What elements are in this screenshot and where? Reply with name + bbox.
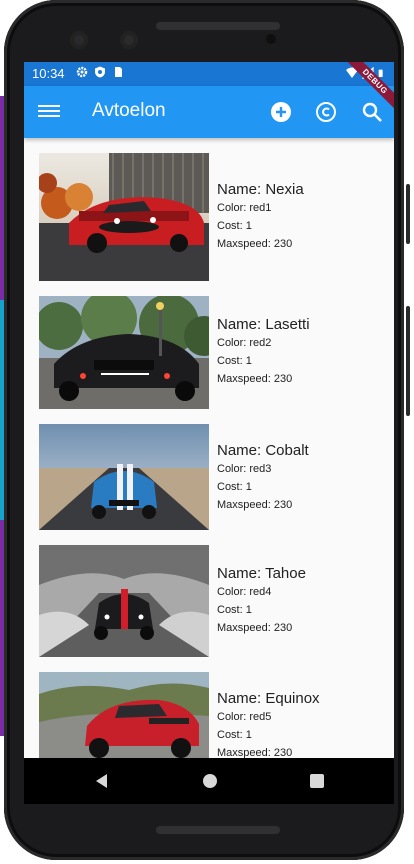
app-bar: Avtoelon	[24, 86, 394, 138]
bottom-speaker	[156, 826, 280, 834]
list-item[interactable]: Name: Lasetti Color: red2 Cost: 1 Maxspe…	[39, 296, 384, 409]
system-nav-bar	[24, 758, 394, 804]
power-button	[406, 184, 410, 244]
car-color: Color: red5	[217, 711, 272, 723]
car-maxspeed: Maxspeed: 230	[217, 747, 293, 758]
car-name: Name: Nexia	[217, 181, 304, 198]
car-name: Name: Cobalt	[217, 442, 309, 459]
screen: 10:34 DEBUG Avtoelon Name: Nexia Color: …	[24, 62, 394, 804]
settings-icon	[76, 66, 88, 78]
copyright-icon[interactable]	[314, 100, 338, 124]
car-cost: Cost: 1	[217, 220, 252, 232]
car-name: Name: Equinox	[217, 690, 320, 707]
status-time: 10:34	[32, 66, 65, 81]
page-title: Avtoelon	[92, 100, 166, 121]
car-image	[39, 672, 209, 758]
recent-apps-icon[interactable]	[307, 771, 327, 791]
earpiece-speaker	[156, 22, 280, 30]
phone-frame: 10:34 DEBUG Avtoelon Name: Nexia Color: …	[4, 0, 410, 860]
list-item[interactable]: Name: Equinox Color: red5 Cost: 1 Maxspe…	[39, 672, 384, 758]
car-cost: Cost: 1	[217, 355, 252, 367]
shield-icon	[95, 66, 105, 78]
car-maxspeed: Maxspeed: 230	[217, 238, 293, 250]
list-item[interactable]: Name: Cobalt Color: red3 Cost: 1 Maxspee…	[39, 424, 384, 530]
car-image	[39, 545, 209, 657]
car-cost: Cost: 1	[217, 481, 252, 493]
car-image	[39, 424, 209, 530]
back-icon[interactable]	[92, 771, 112, 791]
car-cost: Cost: 1	[217, 729, 252, 741]
car-maxspeed: Maxspeed: 230	[217, 373, 293, 385]
add-circle-icon[interactable]	[269, 100, 293, 124]
proximity-sensor	[266, 34, 276, 44]
car-list: Name: Nexia Color: red1 Cost: 1 Maxspeed…	[24, 138, 394, 758]
search-icon[interactable]	[360, 100, 384, 124]
sim-card-icon	[115, 67, 122, 77]
list-item[interactable]: Name: Tahoe Color: red4 Cost: 1 Maxspeed…	[39, 545, 384, 657]
menu-icon[interactable]	[38, 102, 60, 122]
car-color: Color: red3	[217, 463, 272, 475]
car-image	[39, 153, 209, 281]
list-item[interactable]: Name: Nexia Color: red1 Cost: 1 Maxspeed…	[39, 153, 384, 281]
car-name: Name: Lasetti	[217, 316, 310, 333]
home-icon[interactable]	[200, 771, 220, 791]
status-bar: 10:34	[24, 62, 394, 86]
car-name: Name: Tahoe	[217, 565, 306, 582]
front-camera	[120, 31, 138, 49]
volume-button	[406, 306, 410, 416]
car-color: Color: red4	[217, 586, 272, 598]
car-maxspeed: Maxspeed: 230	[217, 499, 293, 511]
car-maxspeed: Maxspeed: 230	[217, 622, 293, 634]
car-color: Color: red2	[217, 337, 272, 349]
car-image	[39, 296, 209, 409]
car-color: Color: red1	[217, 202, 272, 214]
car-cost: Cost: 1	[217, 604, 252, 616]
front-camera	[70, 31, 88, 49]
